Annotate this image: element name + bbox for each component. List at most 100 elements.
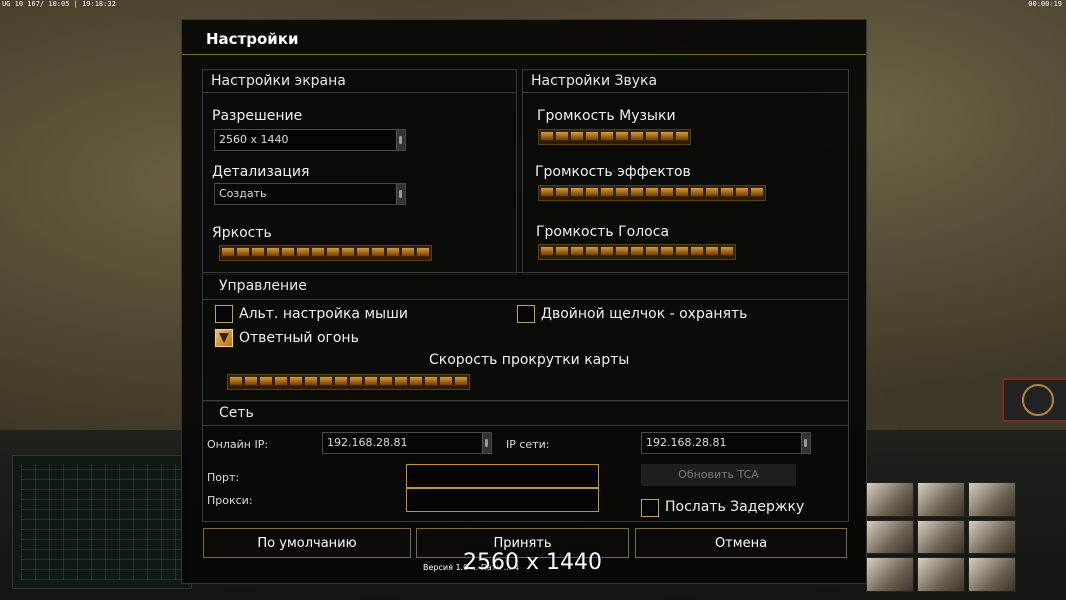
port-label: Порт: [207, 471, 240, 484]
slider-segment [356, 247, 370, 257]
update-tca-button[interactable]: Обновить TCA [641, 464, 796, 486]
slider-segment [735, 187, 749, 197]
slider-segment [585, 187, 599, 197]
slider-segment [570, 131, 584, 141]
online-ip-label: Онлайн IP: [207, 438, 269, 451]
detail-value: Создать [219, 187, 267, 200]
radar-icon [1002, 378, 1066, 422]
slider-segment [630, 187, 644, 197]
scroll-speed-slider[interactable] [227, 374, 470, 390]
resolution-scroll-icon[interactable] [396, 130, 405, 150]
sound-settings-header: Настройки Звука [523, 70, 848, 93]
title-divider [182, 54, 866, 55]
slider-segment [540, 131, 554, 141]
slider-segment [675, 187, 689, 197]
slider-segment [289, 376, 303, 386]
slider-segment [645, 187, 659, 197]
slider-segment [281, 247, 295, 257]
resolution-overlay: 2560 x 1440 [463, 550, 602, 575]
slider-segment [705, 246, 719, 256]
slider-segment [555, 246, 569, 256]
slider-segment [311, 247, 325, 257]
slider-segment [424, 376, 438, 386]
return-fire-checkbox[interactable] [215, 329, 233, 347]
slider-segment [296, 247, 310, 257]
slider-segment [416, 247, 430, 257]
defaults-button[interactable]: По умолчанию [203, 528, 411, 558]
lan-ip-value: 192.168.28.81 [646, 436, 727, 449]
online-ip-scroll-icon[interactable] [482, 433, 491, 453]
slider-segment [540, 246, 554, 256]
minimap[interactable] [12, 455, 192, 589]
slider-segment [259, 376, 273, 386]
slider-segment [349, 376, 363, 386]
slider-segment [630, 246, 644, 256]
alt-mouse-checkbox[interactable] [215, 305, 233, 323]
slider-segment [334, 376, 348, 386]
resolution-value: 2560 x 1440 [219, 133, 289, 146]
screen-settings-header: Настройки экрана [203, 70, 516, 93]
slider-segment [585, 131, 599, 141]
slider-segment [439, 376, 453, 386]
slider-segment [615, 131, 629, 141]
cancel-button[interactable]: Отмена [635, 528, 847, 558]
slider-segment [615, 246, 629, 256]
network-panel: Сеть Онлайн IP: 192.168.28.81 IP сети: 1… [202, 400, 849, 522]
slider-segment [386, 247, 400, 257]
slider-segment [341, 247, 355, 257]
screen-settings-panel: Настройки экрана Разрешение 2560 x 1440 … [202, 69, 517, 275]
slider-segment [555, 187, 569, 197]
detail-dropdown[interactable]: Создать [214, 183, 406, 205]
dialog-title: Настройки [206, 30, 299, 48]
detail-scroll-icon[interactable] [396, 184, 405, 204]
slider-segment [221, 247, 235, 257]
effects-volume-slider[interactable] [538, 185, 766, 201]
slider-segment [720, 187, 734, 197]
online-ip-dropdown[interactable]: 192.168.28.81 [322, 432, 492, 454]
port-input[interactable] [406, 464, 599, 488]
slider-segment [304, 376, 318, 386]
slider-segment [600, 187, 614, 197]
slider-segment [630, 131, 644, 141]
music-volume-slider[interactable] [538, 129, 691, 145]
slider-segment [690, 187, 704, 197]
voice-volume-label: Громкость Голоса [536, 224, 670, 240]
slider-segment [326, 247, 340, 257]
slider-segment [600, 131, 614, 141]
slider-segment [364, 376, 378, 386]
voice-volume-slider[interactable] [538, 244, 736, 260]
slider-segment [229, 376, 243, 386]
control-panel: Управление Альт. настройка мыши Двойной … [202, 272, 849, 402]
proxy-label: Прокси: [207, 494, 253, 507]
music-volume-label: Громкость Музыки [537, 108, 676, 124]
slider-segment [645, 246, 659, 256]
network-header: Сеть [203, 401, 848, 426]
slider-segment [615, 187, 629, 197]
slider-segment [675, 131, 689, 141]
lan-ip-scroll-icon[interactable] [801, 433, 810, 453]
slider-segment [570, 246, 584, 256]
slider-segment [675, 246, 689, 256]
double-click-guard-checkbox[interactable] [517, 305, 535, 323]
slider-segment [645, 131, 659, 141]
slider-segment [394, 376, 408, 386]
scroll-speed-label: Скорость прокрутки карты [429, 352, 630, 368]
slider-segment [705, 187, 719, 197]
slider-segment [720, 246, 734, 256]
slider-segment [401, 247, 415, 257]
lan-ip-dropdown[interactable]: 192.168.28.81 [641, 432, 811, 454]
online-ip-value: 192.168.28.81 [327, 436, 408, 449]
send-delay-checkbox[interactable] [641, 499, 659, 517]
brightness-slider[interactable] [219, 245, 432, 261]
slider-segment [244, 376, 258, 386]
proxy-input[interactable] [406, 488, 599, 512]
detail-label: Детализация [212, 164, 310, 180]
resolution-dropdown[interactable]: 2560 x 1440 [214, 129, 406, 151]
settings-dialog: Настройки Настройки экрана Разрешение 25… [181, 19, 867, 584]
alt-mouse-label: Альт. настройка мыши [239, 306, 408, 322]
slider-segment [690, 246, 704, 256]
double-click-guard-label: Двойной щелчок - охранять [541, 306, 748, 322]
slider-segment [660, 246, 674, 256]
hud-stats: UG 10 167/ 10:05 | 19:18:32 [2, 0, 116, 8]
lan-ip-label: IP сети: [506, 438, 550, 451]
